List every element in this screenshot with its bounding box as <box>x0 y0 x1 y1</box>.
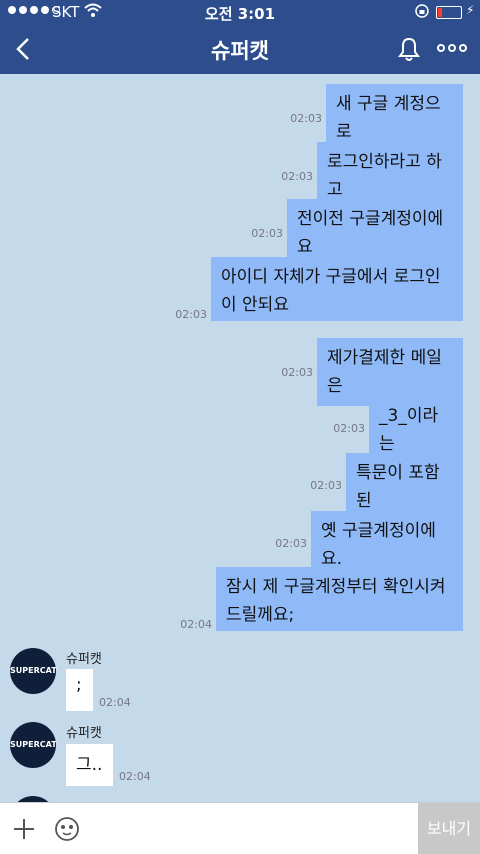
message-time: 02:03 <box>310 479 342 492</box>
plus-icon[interactable] <box>12 817 36 841</box>
sender-name: 슈퍼캣 <box>66 652 102 667</box>
incoming-message[interactable]: ; <box>66 669 93 711</box>
message-time: 02:03 <box>275 537 307 550</box>
message-time: 02:04 <box>119 770 151 783</box>
send-button[interactable]: 보내기 <box>418 803 480 854</box>
message-time: 02:03 <box>290 112 322 125</box>
chat-header: 슈퍼캣 <box>0 24 480 74</box>
bell-icon[interactable] <box>396 35 422 63</box>
message-input-bar: 보내기 <box>0 802 480 854</box>
avatar[interactable]: SUPERCAT <box>10 648 57 694</box>
sender-name: 슈퍼캣 <box>66 726 102 741</box>
more-dots-icon[interactable] <box>436 38 468 58</box>
outgoing-message[interactable]: 아이디 자체가 구글에서 로그인이 안되요 <box>211 257 463 321</box>
status-time: 오전 3:01 <box>204 5 276 23</box>
avatar[interactable]: SUPERCAT <box>10 722 57 768</box>
bolt-icon: ⚡ <box>466 3 475 17</box>
message-time: 02:03 <box>281 170 313 183</box>
outgoing-message[interactable]: 잠시 제 구글계정부터 확인시켜드릴께요; <box>216 567 463 631</box>
message-time: 02:04 <box>180 618 212 631</box>
incoming-message[interactable]: 그.. <box>66 744 113 786</box>
message-input[interactable] <box>94 811 410 847</box>
battery-icon <box>436 6 462 19</box>
status-bar: SKT 오전 3:01 ⚡ <box>0 0 480 24</box>
message-time: 02:03 <box>251 227 283 240</box>
orientation-lock-icon <box>414 2 430 24</box>
message-time: 02:03 <box>333 422 365 435</box>
message-time: 02:04 <box>99 696 131 709</box>
chat-area[interactable]: 새 구글 계정으로 02:03 로그인하라고 하고 02:03 전이전 구글계정… <box>0 74 480 802</box>
emoji-icon[interactable] <box>54 816 80 842</box>
message-time: 02:03 <box>175 308 207 321</box>
message-time: 02:03 <box>281 366 313 379</box>
